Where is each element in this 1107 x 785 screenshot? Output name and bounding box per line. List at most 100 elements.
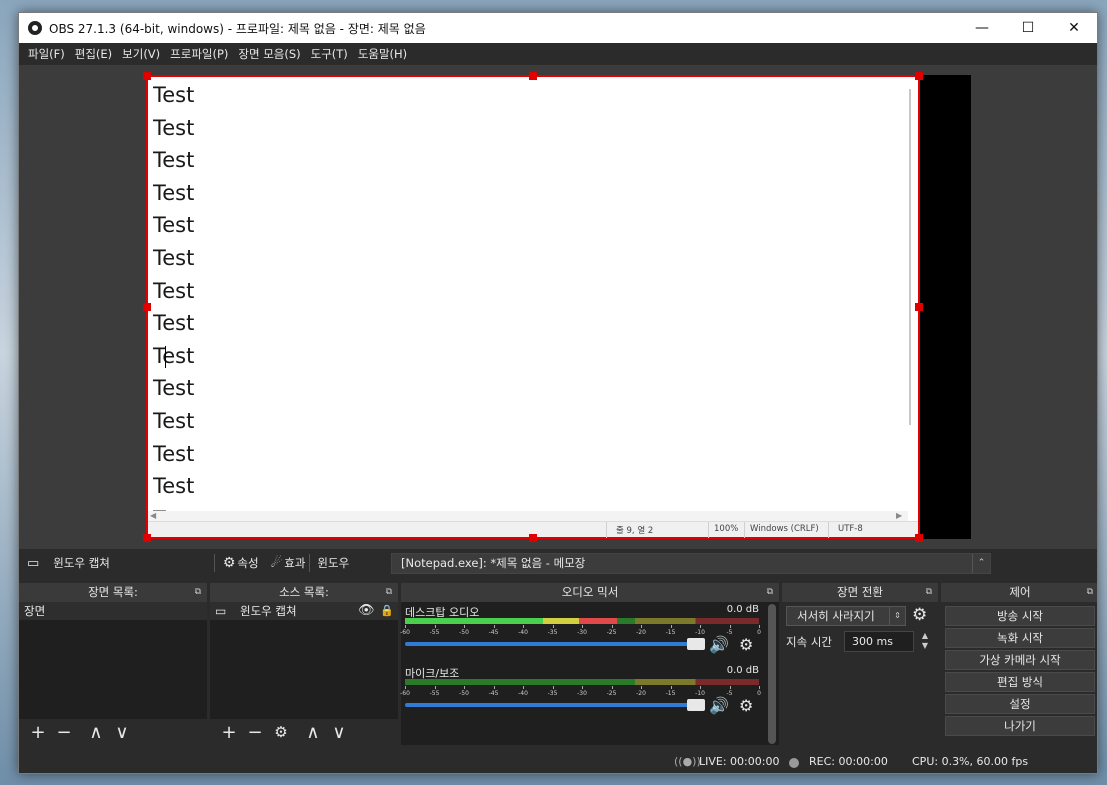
source-properties-button[interactable]: ⚙: [268, 721, 294, 743]
scroll-thumb: [909, 89, 911, 425]
gear-icon[interactable]: ⚙: [739, 696, 753, 715]
settings-button[interactable]: 설정: [945, 694, 1095, 714]
studio-mode-button[interactable]: 편집 방식: [945, 672, 1095, 692]
properties-button[interactable]: 속성: [237, 555, 258, 571]
volume-slider[interactable]: [405, 638, 705, 650]
menu-edit[interactable]: 편집(E): [70, 46, 117, 62]
lock-icon[interactable]: 🔒: [380, 602, 394, 620]
cpu-fps: CPU: 0.3%, 60.00 fps: [912, 755, 1029, 768]
mixer-scrollbar[interactable]: [768, 604, 776, 744]
float-dock-icon[interactable]: ⧉: [767, 583, 773, 602]
mixer-dock-title: 오디오 믹서 ⧉: [401, 583, 779, 602]
encoding: UTF-8: [838, 524, 863, 534]
sources-footer: + − ⚙ ∧ ∨: [210, 719, 398, 745]
scenes-title: 장면 목록:: [88, 585, 138, 599]
float-dock-icon[interactable]: ⧉: [926, 583, 932, 602]
speaker-icon[interactable]: 🔊: [709, 635, 729, 654]
meter-tick-label: -55: [429, 690, 440, 697]
source-item[interactable]: ▭ 윈도우 캡쳐 👁 🔒: [210, 602, 398, 620]
selected-source-name: 윈도우 캡쳐: [53, 556, 110, 570]
notepad-line: Test: [153, 343, 195, 368]
eye-icon[interactable]: 👁: [358, 602, 375, 620]
meter-tick-mark: [493, 686, 495, 689]
meter-tick-mark: [523, 686, 524, 689]
resize-handle[interactable]: [143, 534, 151, 542]
minimize-button[interactable]: —: [959, 13, 1005, 43]
meter-tick-mark: [434, 686, 436, 689]
meter-tick-mark: [582, 625, 583, 628]
resize-handle[interactable]: [529, 534, 537, 542]
meter-tick-mark: [670, 625, 672, 628]
window-select[interactable]: [Notepad.exe]: *제목 없음 - 메모장 ⌃: [391, 553, 991, 574]
menu-file[interactable]: 파일(F): [23, 46, 70, 62]
menu-help[interactable]: 도움말(H): [353, 46, 412, 62]
float-dock-icon[interactable]: ⧉: [386, 583, 392, 602]
move-down-button[interactable]: ∨: [109, 721, 135, 743]
menu-scene-collection[interactable]: 장면 모음(S): [233, 46, 305, 62]
audio-mixer-dock: 오디오 믹서 ⧉ 데스크탑 오디오 0.0 dB -60 -55 -50 -45 -40…: [400, 583, 779, 747]
volume-slider-handle[interactable]: [687, 699, 705, 711]
volume-slider-handle[interactable]: [687, 638, 705, 650]
window-capture-icon: ▭: [215, 604, 227, 618]
meter-tick-mark: [405, 686, 406, 689]
transition-select[interactable]: 서서히 사라지기 ⇕: [786, 606, 906, 626]
remove-scene-button[interactable]: −: [51, 721, 77, 743]
mixer-channel: 마이크/보조 0.0 dB -60 -55 -50 -45 -40 -35 -30 -25 -2…: [400, 665, 761, 715]
gear-icon[interactable]: ⚙: [912, 605, 927, 625]
window-capture-source[interactable]: Test Test Test Test Test Test Test Test …: [143, 72, 923, 542]
meter-tick-mark: [729, 625, 731, 628]
menu-profile[interactable]: 프로파일(P): [165, 46, 233, 62]
notepad-line: Test: [153, 115, 195, 140]
add-scene-button[interactable]: +: [25, 721, 51, 743]
resize-handle[interactable]: [915, 303, 923, 311]
move-up-button[interactable]: ∧: [83, 721, 109, 743]
float-dock-icon[interactable]: ⧉: [195, 583, 201, 602]
resize-handle[interactable]: [915, 72, 923, 80]
preview-canvas[interactable]: Test Test Test Test Test Test Test Test …: [19, 65, 1097, 549]
notepad-line: Test: [153, 441, 195, 466]
start-recording-button[interactable]: 녹화 시작: [945, 628, 1095, 648]
meter-tick-label: -25: [606, 690, 617, 697]
meter-ticks: -60 -55 -50 -45 -40 -35 -30 -25 -20 -15 -10 -5 0: [400, 625, 761, 637]
resize-handle[interactable]: [143, 303, 151, 311]
record-dot-icon: [789, 758, 799, 768]
meter-tick-mark: [641, 686, 642, 689]
float-dock-icon[interactable]: ⧉: [1087, 583, 1093, 602]
volume-slider[interactable]: [405, 699, 705, 711]
window-title: OBS 27.1.3 (64-bit, windows) - 프로파일: 제목 …: [49, 21, 426, 36]
resize-handle[interactable]: [143, 72, 151, 80]
scene-item[interactable]: 장면: [19, 602, 207, 620]
remove-source-button[interactable]: −: [242, 721, 268, 743]
menu-tools[interactable]: 도구(T): [306, 46, 353, 62]
filters-button[interactable]: 효과: [284, 555, 305, 571]
duration-input[interactable]: 300 ms: [844, 631, 914, 652]
add-source-button[interactable]: +: [216, 721, 242, 743]
meter-tick-mark: [464, 625, 465, 628]
mixer-channel: 데스크탑 오디오 0.0 dB -60 -55 -50 -45 -40 -35 -30 -25…: [400, 604, 761, 654]
window-select-value: [Notepad.exe]: *제목 없음 - 메모장: [401, 556, 586, 570]
filters-icon[interactable]: ☄: [271, 556, 283, 571]
duration-spinner[interactable]: ▲ ▼: [917, 631, 933, 652]
start-virtual-camera-button[interactable]: 가상 카메라 시작: [945, 650, 1095, 670]
meter-tick-label: -40: [518, 690, 528, 697]
sources-dock-title: 소스 목록: ⧉: [210, 583, 398, 602]
maximize-button[interactable]: ☐: [1005, 13, 1051, 43]
channel-db: 0.0 dB: [726, 604, 759, 615]
controls-body: 방송 시작 녹화 시작 가상 카메라 시작 편집 방식 설정 나가기: [941, 602, 1097, 745]
meter-tick-mark: [523, 625, 524, 628]
capture-background: [917, 75, 971, 539]
resize-handle[interactable]: [915, 534, 923, 542]
start-streaming-button[interactable]: 방송 시작: [945, 606, 1095, 626]
gear-icon[interactable]: ⚙: [739, 635, 753, 654]
close-button[interactable]: ✕: [1051, 13, 1097, 43]
meter-tick-label: -20: [636, 690, 646, 697]
meter-tick-mark: [759, 686, 760, 689]
exit-button[interactable]: 나가기: [945, 716, 1095, 736]
gear-icon[interactable]: ⚙: [223, 555, 236, 571]
resize-handle[interactable]: [529, 72, 537, 80]
move-up-button[interactable]: ∧: [300, 721, 326, 743]
speaker-icon[interactable]: 🔊: [709, 696, 729, 715]
meter-tick-mark: [700, 686, 701, 689]
menu-view[interactable]: 보기(V): [117, 46, 165, 62]
move-down-button[interactable]: ∨: [326, 721, 352, 743]
